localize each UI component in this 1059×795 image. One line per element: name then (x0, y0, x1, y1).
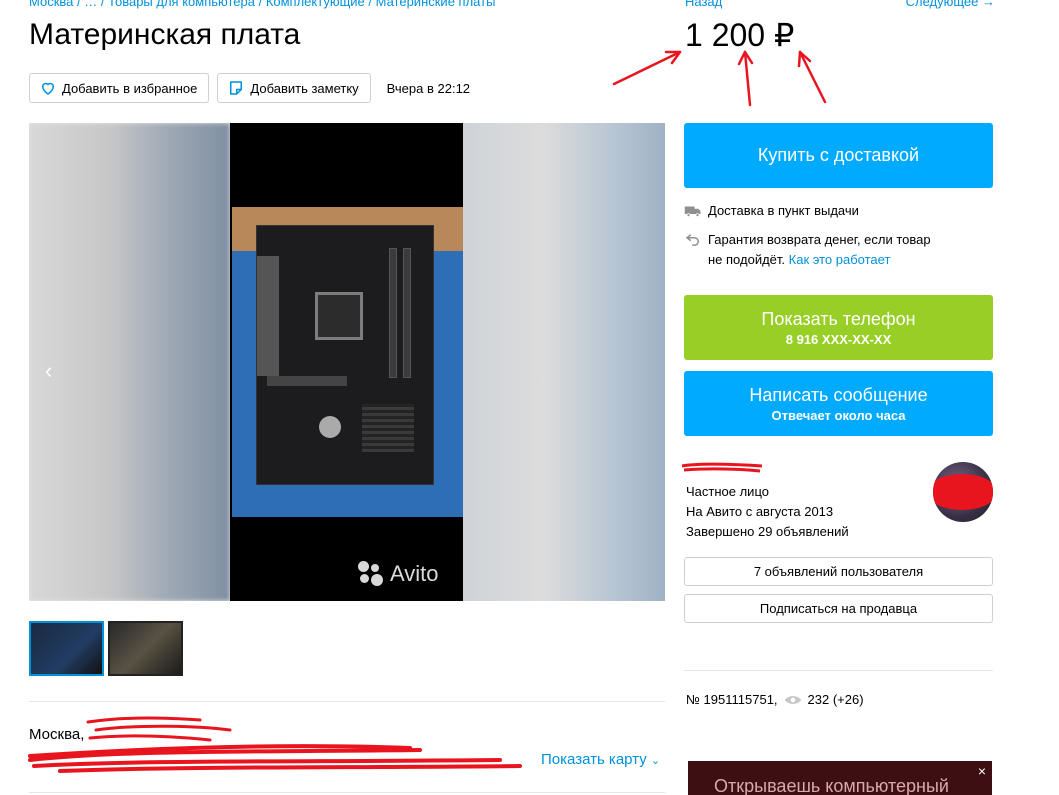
heart-icon (41, 82, 55, 95)
item-number: № 1951115751, (686, 692, 778, 707)
buy-with-delivery-label: Купить с доставкой (757, 145, 920, 165)
prev-photo-arrow-icon[interactable]: ‹ (45, 358, 52, 384)
seller-actions: 7 объявлений пользователя Подписаться на… (684, 557, 993, 623)
seller-completed: Завершено 29 объявлений (686, 524, 849, 539)
sidebar: Купить с доставкой (684, 123, 993, 188)
avito-logo-icon (358, 561, 384, 587)
delivery-info: Доставка в пункт выдачи (684, 201, 859, 221)
publish-date: Вчера в 22:12 (386, 80, 471, 96)
seller-name-redaction (681, 462, 763, 473)
listing-actions: Добавить в избранное Добавить заметку Вч… (29, 73, 470, 103)
truck-icon (684, 206, 701, 217)
eye-icon (784, 695, 801, 704)
ad-text: Открываешь компьютерный (714, 776, 949, 795)
listing-navigation: Назад Следующее → (685, 0, 995, 9)
main-photo[interactable]: Avito (230, 123, 463, 601)
seller-type: Частное лицо (686, 484, 769, 499)
advertisement-banner[interactable]: Открываешь компьютерный × (688, 761, 992, 795)
thumbnail-strip (29, 621, 183, 676)
gallery-blur-right (463, 123, 665, 601)
guarantee-line-1: Гарантия возврата денег, если товар (708, 232, 931, 247)
close-icon[interactable]: × (978, 763, 986, 779)
subscribe-seller-button[interactable]: Подписаться на продавца (684, 594, 993, 623)
add-note-label: Добавить заметку (250, 80, 359, 96)
avito-watermark: Avito (358, 561, 439, 587)
show-map-link[interactable]: Показать карту ⌄ (541, 751, 660, 768)
thumbnail-2[interactable] (108, 621, 183, 676)
annotation-arrows (612, 50, 827, 107)
photo-gallery[interactable]: Avito ‹ › (29, 123, 665, 601)
thumbnail-1[interactable] (29, 621, 104, 676)
motherboard-photo (232, 207, 463, 517)
breadcrumb[interactable]: Москва / … / Товары для компьютера / Ком… (29, 0, 549, 9)
address-redaction (28, 716, 522, 773)
seller-avatar[interactable] (933, 462, 993, 522)
chevron-down-icon: ⌄ (650, 755, 661, 767)
avito-watermark-text: Avito (390, 561, 439, 586)
guarantee-line-2: не подойдёт. (708, 252, 786, 267)
seller-info: Частное лицо На Авито с августа 2013 Зав… (686, 482, 849, 542)
address-city: Москва, (29, 726, 85, 743)
view-count: 232 (+26) (807, 692, 864, 707)
return-arrow-icon (685, 234, 699, 246)
show-map-label: Показать карту (541, 751, 647, 768)
write-message-button[interactable]: Написать сообщение Отвечает около часа (684, 371, 993, 436)
user-listings-button[interactable]: 7 объявлений пользователя (684, 557, 993, 586)
back-link[interactable]: Назад (685, 0, 722, 9)
reply-time: Отвечает около часа (771, 407, 906, 423)
write-message-label: Написать сообщение (749, 384, 928, 405)
gallery-blur-left (29, 123, 230, 601)
phone-number: 8 916 XXX-XX-XX (785, 331, 892, 347)
page-title: Материнская плата (29, 18, 301, 51)
price: 1 200 ₽ (685, 17, 795, 53)
add-to-favorites-button[interactable]: Добавить в избранное (29, 73, 210, 103)
delivery-text: Доставка в пункт выдачи (708, 203, 859, 218)
add-to-favorites-label: Добавить в избранное (62, 80, 198, 96)
add-note-button[interactable]: Добавить заметку (217, 73, 371, 103)
seller-since: На Авито с августа 2013 (686, 504, 834, 519)
divider (29, 701, 665, 702)
buy-with-delivery-button[interactable]: Купить с доставкой (684, 123, 993, 188)
note-icon (230, 81, 243, 95)
divider (29, 792, 665, 793)
guarantee-info: Гарантия возврата денег, если товар не п… (684, 230, 931, 270)
item-meta: № 1951115751, 232 (+26) (686, 692, 864, 707)
next-link[interactable]: Следующее → (906, 0, 995, 9)
show-phone-label: Показать телефон (761, 308, 916, 329)
how-it-works-link[interactable]: Как это работает (789, 252, 891, 267)
contact-buttons: Показать телефон 8 916 XXX-XX-XX Написат… (684, 295, 993, 436)
divider (684, 670, 993, 671)
show-phone-button[interactable]: Показать телефон 8 916 XXX-XX-XX (684, 295, 993, 360)
